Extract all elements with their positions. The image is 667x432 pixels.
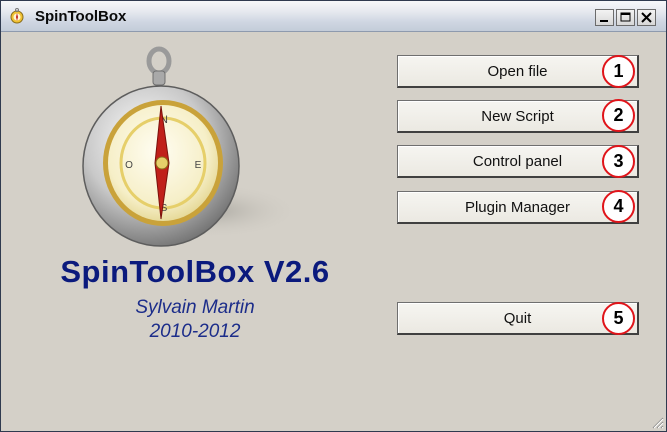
- close-icon: [641, 12, 652, 23]
- minimize-button[interactable]: [595, 9, 614, 26]
- callout-badge-5: 5: [602, 302, 635, 335]
- callout-badge-2: 2: [602, 99, 635, 132]
- years-label: 2010-2012: [149, 321, 241, 342]
- svg-text:O: O: [125, 160, 133, 171]
- svg-text:E: E: [195, 160, 202, 171]
- close-button[interactable]: [637, 9, 656, 26]
- title-bar[interactable]: SpinToolBox: [1, 1, 666, 32]
- maximize-icon: [620, 12, 631, 22]
- main-window: SpinToolBox N E S O SpinToolBox V2.6 Syl…: [0, 0, 667, 432]
- resize-grip-icon[interactable]: [650, 415, 664, 429]
- author-label: Sylvain Martin: [135, 297, 255, 318]
- window-title: SpinToolBox: [35, 8, 127, 25]
- app-name-heading: SpinToolBox V2.6: [60, 254, 330, 289]
- maximize-button[interactable]: [616, 9, 635, 26]
- callout-badge-1: 1: [602, 55, 635, 88]
- callout-badge-4: 4: [602, 190, 635, 223]
- minimize-icon: [600, 20, 608, 22]
- compass-app-icon: [10, 8, 24, 24]
- compass-logo-icon: N E S O: [82, 46, 301, 247]
- callout-badge-3: 3: [602, 145, 635, 178]
